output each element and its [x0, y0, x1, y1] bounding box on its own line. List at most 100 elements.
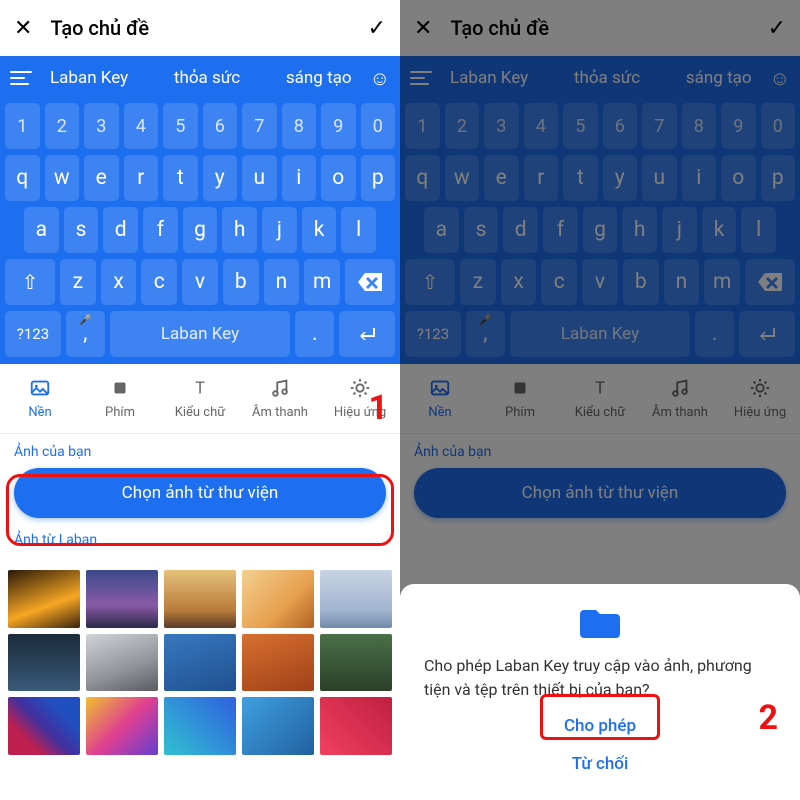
- wallpaper-thumbnail[interactable]: [86, 634, 158, 692]
- tab-kiểu chữ[interactable]: TKiểu chữ: [160, 364, 240, 433]
- key[interactable]: t: [563, 155, 598, 201]
- key[interactable]: v: [182, 259, 218, 305]
- key[interactable]: x: [501, 259, 537, 305]
- key[interactable]: d: [103, 207, 138, 253]
- key[interactable]: b: [623, 259, 659, 305]
- key[interactable]: 1: [405, 103, 440, 149]
- key[interactable]: e: [484, 155, 519, 201]
- key[interactable]: h: [222, 207, 257, 253]
- key[interactable]: k: [302, 207, 337, 253]
- key[interactable]: 8: [282, 103, 317, 149]
- key[interactable]: 9: [321, 103, 356, 149]
- key[interactable]: r: [124, 155, 159, 201]
- key[interactable]: p: [761, 155, 796, 201]
- enter-key[interactable]: [339, 311, 395, 357]
- period-key[interactable]: .: [295, 311, 334, 357]
- deny-button[interactable]: Từ chối: [572, 746, 629, 782]
- key[interactable]: a: [24, 207, 59, 253]
- key[interactable]: c: [141, 259, 177, 305]
- key[interactable]: 3: [484, 103, 519, 149]
- close-icon[interactable]: ✕: [14, 16, 32, 41]
- key[interactable]: 5: [563, 103, 598, 149]
- wallpaper-thumbnail[interactable]: [8, 570, 80, 628]
- key[interactable]: 1: [5, 103, 40, 149]
- key[interactable]: g: [183, 207, 218, 253]
- spacebar[interactable]: Laban Key: [510, 311, 691, 357]
- key[interactable]: g: [583, 207, 618, 253]
- suggestion-word[interactable]: Laban Key: [450, 68, 528, 88]
- wallpaper-thumbnail[interactable]: [320, 634, 392, 692]
- close-icon[interactable]: ✕: [414, 16, 432, 41]
- key[interactable]: j: [262, 207, 297, 253]
- key[interactable]: 7: [242, 103, 277, 149]
- key[interactable]: m: [304, 259, 340, 305]
- key[interactable]: l: [341, 207, 376, 253]
- key[interactable]: a: [424, 207, 459, 253]
- suggestion-word[interactable]: Laban Key: [50, 68, 128, 88]
- key[interactable]: q: [405, 155, 440, 201]
- key[interactable]: 4: [524, 103, 559, 149]
- allow-button[interactable]: Cho phép: [564, 702, 636, 746]
- key[interactable]: c: [541, 259, 577, 305]
- suggestion-word[interactable]: sáng tạo: [686, 68, 752, 88]
- key[interactable]: 3: [84, 103, 119, 149]
- key[interactable]: l: [741, 207, 776, 253]
- key[interactable]: 0: [761, 103, 796, 149]
- comma-key[interactable]: 🎤,: [466, 311, 505, 357]
- pick-from-library-button[interactable]: Chọn ảnh từ thư viện: [14, 468, 386, 518]
- enter-key[interactable]: [739, 311, 795, 357]
- wallpaper-thumbnail[interactable]: [86, 697, 158, 755]
- menu-icon[interactable]: [10, 71, 32, 85]
- key[interactable]: w: [445, 155, 480, 201]
- symbols-key[interactable]: ?123: [5, 311, 61, 357]
- key[interactable]: u: [642, 155, 677, 201]
- wallpaper-thumbnail[interactable]: [242, 634, 314, 692]
- key[interactable]: t: [163, 155, 198, 201]
- key[interactable]: o: [721, 155, 756, 201]
- key[interactable]: u: [242, 155, 277, 201]
- suggestion-word[interactable]: sáng tạo: [286, 68, 352, 88]
- comma-key[interactable]: 🎤,: [66, 311, 105, 357]
- tab-kiểu chữ[interactable]: TKiểu chữ: [560, 364, 640, 433]
- key[interactable]: e: [84, 155, 119, 201]
- key[interactable]: p: [361, 155, 396, 201]
- confirm-icon[interactable]: ✓: [768, 16, 786, 41]
- period-key[interactable]: .: [695, 311, 734, 357]
- confirm-icon[interactable]: ✓: [368, 16, 386, 41]
- symbols-key[interactable]: ?123: [405, 311, 461, 357]
- key[interactable]: q: [5, 155, 40, 201]
- key[interactable]: 2: [445, 103, 480, 149]
- key[interactable]: h: [622, 207, 657, 253]
- key[interactable]: f: [543, 207, 578, 253]
- key[interactable]: 8: [682, 103, 717, 149]
- wallpaper-thumbnail[interactable]: [320, 570, 392, 628]
- key[interactable]: 7: [642, 103, 677, 149]
- key[interactable]: s: [64, 207, 99, 253]
- tab-nền[interactable]: Nền: [400, 364, 480, 433]
- tab-âm thanh[interactable]: Âm thanh: [640, 364, 720, 433]
- key[interactable]: 0: [361, 103, 396, 149]
- key[interactable]: m: [704, 259, 740, 305]
- wallpaper-thumbnail[interactable]: [164, 570, 236, 628]
- key[interactable]: o: [321, 155, 356, 201]
- wallpaper-thumbnail[interactable]: [164, 634, 236, 692]
- wallpaper-thumbnail[interactable]: [8, 634, 80, 692]
- key[interactable]: y: [603, 155, 638, 201]
- key[interactable]: 2: [45, 103, 80, 149]
- key[interactable]: z: [60, 259, 96, 305]
- key[interactable]: w: [45, 155, 80, 201]
- emoji-icon[interactable]: ☺: [370, 66, 390, 91]
- key[interactable]: b: [223, 259, 259, 305]
- key[interactable]: d: [503, 207, 538, 253]
- tab-nền[interactable]: Nền: [0, 364, 80, 433]
- key[interactable]: 6: [603, 103, 638, 149]
- suggestion-word[interactable]: thỏa sức: [174, 68, 240, 88]
- backspace-key[interactable]: [345, 259, 395, 305]
- key[interactable]: n: [264, 259, 300, 305]
- wallpaper-thumbnail[interactable]: [320, 697, 392, 755]
- key[interactable]: s: [464, 207, 499, 253]
- key[interactable]: v: [582, 259, 618, 305]
- key[interactable]: f: [143, 207, 178, 253]
- wallpaper-thumbnail[interactable]: [242, 697, 314, 755]
- wallpaper-thumbnail[interactable]: [164, 697, 236, 755]
